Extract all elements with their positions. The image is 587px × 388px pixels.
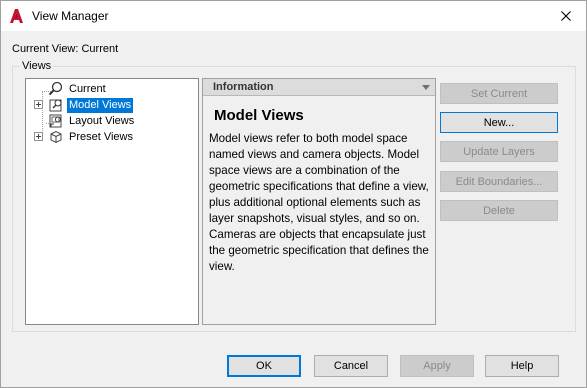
information-title: Model Views: [214, 107, 304, 124]
information-panel: Information Model Views Model views refe…: [202, 78, 436, 325]
cancel-button[interactable]: Cancel: [314, 355, 388, 377]
delete-button[interactable]: Delete: [440, 200, 558, 221]
new-view-button[interactable]: New...: [440, 112, 558, 133]
preset-views-icon: [50, 130, 62, 144]
magnifier-icon: [48, 81, 63, 96]
update-layers-button[interactable]: Update Layers: [440, 141, 558, 162]
tree-item-label: Preset Views: [69, 131, 133, 143]
close-button[interactable]: [546, 1, 586, 31]
ok-button[interactable]: OK: [227, 355, 301, 377]
tree-item-label: Current: [69, 83, 106, 95]
information-description: Model views refer to both model space na…: [209, 132, 429, 273]
apply-button[interactable]: Apply: [400, 355, 474, 377]
window-title: View Manager: [32, 9, 109, 23]
current-view-label: Current View: Current: [12, 43, 119, 55]
model-views-icon: [49, 99, 62, 112]
views-tree[interactable]: Current Model Views Layout Views Preset …: [25, 78, 199, 325]
help-button[interactable]: Help: [485, 355, 559, 377]
autocad-icon: [10, 9, 23, 23]
close-icon: [561, 11, 571, 21]
expand-icon[interactable]: [34, 100, 43, 109]
title-bar[interactable]: View Manager: [1, 1, 586, 31]
layout-views-icon: [49, 114, 62, 128]
tree-item-label: Layout Views: [69, 115, 135, 127]
set-current-button[interactable]: Set Current: [440, 83, 558, 104]
expand-icon[interactable]: [34, 132, 43, 141]
information-header[interactable]: Information: [203, 79, 435, 96]
edit-boundaries-button[interactable]: Edit Boundaries...: [440, 171, 558, 192]
views-group-label: Views: [20, 60, 54, 72]
chevron-down-icon[interactable]: [422, 85, 430, 90]
information-header-label: Information: [213, 81, 274, 93]
view-manager-dialog: View Manager Current View: Current Views…: [0, 0, 587, 388]
tree-item-label: Model Views: [67, 98, 134, 113]
